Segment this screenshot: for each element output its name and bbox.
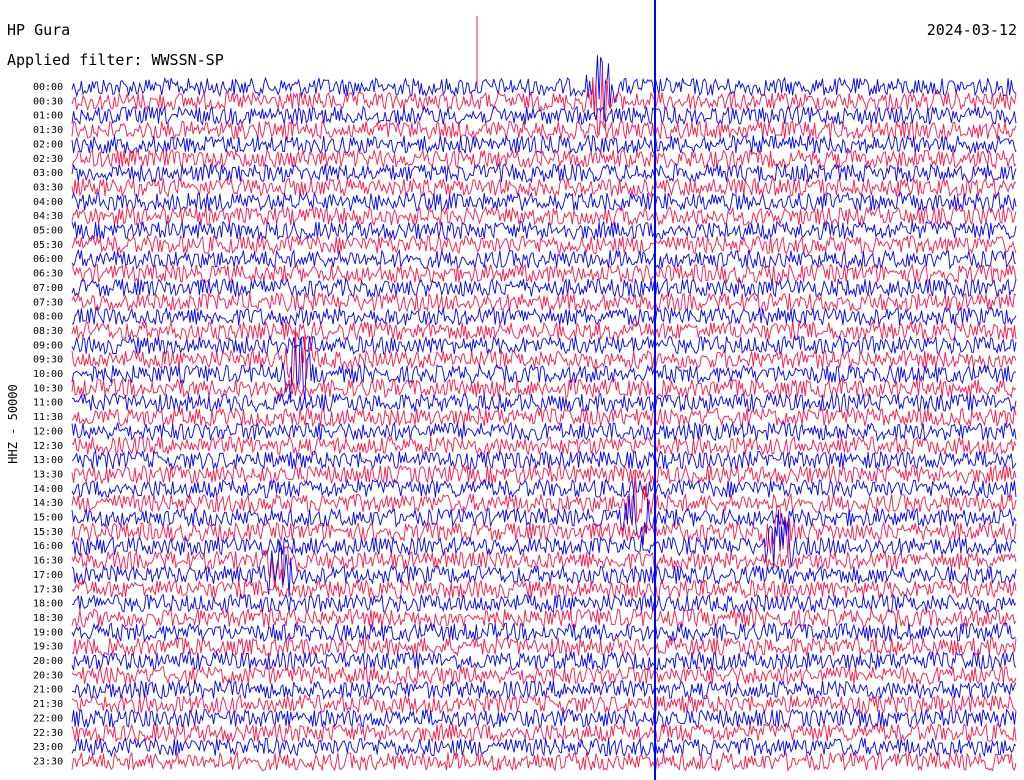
seismic-trace — [71, 334, 1017, 356]
seismic-trace — [71, 665, 1017, 686]
row-time-label: 23:00 — [33, 742, 63, 753]
row-time-label: 04:30 — [33, 211, 63, 222]
row-time-label: 17:00 — [33, 570, 63, 581]
seismic-trace — [71, 55, 1017, 121]
row-time-label: 15:30 — [33, 527, 63, 538]
row-time-label: 02:00 — [33, 139, 63, 150]
row-time-label: 21:30 — [33, 699, 63, 710]
row-time-label: 04:00 — [33, 197, 63, 208]
seismic-trace — [71, 337, 1017, 400]
seismic-trace — [71, 377, 1017, 399]
row-time-label: 05:00 — [33, 226, 63, 237]
row-time-label: 13:30 — [33, 469, 63, 480]
row-time-label: 22:00 — [33, 713, 63, 724]
row-time-label: 03:30 — [33, 182, 63, 193]
seismic-trace — [71, 607, 1017, 629]
helicorder-plot: 00:00 00:30 01:00 01:30 02:00 02:30 03:00 03:30… — [33, 0, 1017, 780]
row-time-label: 14:00 — [33, 484, 63, 495]
seismic-trace — [71, 650, 1017, 672]
row-time-label: 15:00 — [33, 513, 63, 524]
row-time-label: 05:30 — [33, 240, 63, 251]
seismic-trace — [71, 262, 1017, 284]
row-time-label: 13:00 — [33, 455, 63, 466]
row-time-label: 12:00 — [33, 426, 63, 437]
seismic-trace — [71, 291, 1017, 313]
row-time-label: 16:00 — [33, 541, 63, 552]
row-time-label: 10:30 — [33, 383, 63, 394]
row-time-label: 18:00 — [33, 599, 63, 610]
seismic-trace — [71, 69, 1017, 136]
row-time-label: 09:30 — [33, 355, 63, 366]
row-time-label: 22:30 — [33, 728, 63, 739]
seismic-trace — [71, 148, 1017, 170]
row-time-label: 06:00 — [33, 254, 63, 265]
row-time-label: 00:00 — [33, 82, 63, 93]
seismic-trace — [71, 119, 1017, 141]
seismic-trace — [71, 392, 1017, 413]
row-time-label: 17:30 — [33, 584, 63, 595]
row-time-label: 11:30 — [33, 412, 63, 423]
row-time-label: 12:30 — [33, 441, 63, 452]
row-time-label: 08:30 — [33, 326, 63, 337]
seismic-trace — [72, 593, 1017, 615]
row-time-label: 10:00 — [33, 369, 63, 380]
seismic-trace — [71, 248, 1017, 270]
row-time-label: 11:00 — [33, 398, 63, 409]
seismic-trace — [71, 489, 1017, 545]
row-time-label: 01:00 — [33, 111, 63, 122]
row-time-label: 02:30 — [33, 154, 63, 165]
row-time-label: 19:30 — [33, 642, 63, 653]
seismogram-panel: HP Gura 2024-03-12 Applied filter: WWSSN… — [0, 0, 1024, 780]
row-time-label: 21:00 — [33, 685, 63, 696]
seismic-trace — [71, 736, 1017, 758]
row-time-label: 19:00 — [33, 627, 63, 638]
row-time-label: 23:30 — [33, 756, 63, 767]
seismic-trace — [71, 320, 1017, 342]
row-time-label: 07:30 — [33, 297, 63, 308]
row-time-label: 01:30 — [33, 125, 63, 136]
row-time-label: 03:00 — [33, 168, 63, 179]
row-time-label: 20:30 — [33, 670, 63, 681]
row-time-label: 18:30 — [33, 613, 63, 624]
row-time-label: 09:00 — [33, 340, 63, 351]
row-time-label: 08:00 — [33, 312, 63, 323]
seismic-trace — [71, 406, 1017, 428]
seismic-trace — [71, 133, 1017, 155]
seismic-trace — [71, 191, 1017, 212]
seismic-trace — [71, 234, 1017, 256]
row-time-label: 07:00 — [33, 283, 63, 294]
row-time-label: 06:30 — [33, 269, 63, 280]
row-time-label: 16:30 — [33, 556, 63, 567]
seismic-trace — [71, 478, 1017, 500]
row-time-label: 14:30 — [33, 498, 63, 509]
row-time-label: 00:30 — [33, 96, 63, 107]
seismic-trace — [71, 435, 1017, 457]
seismic-trace — [71, 450, 1017, 471]
seismic-trace — [71, 205, 1017, 227]
seismic-trace — [71, 277, 1017, 299]
row-time-label: 20:00 — [33, 656, 63, 667]
